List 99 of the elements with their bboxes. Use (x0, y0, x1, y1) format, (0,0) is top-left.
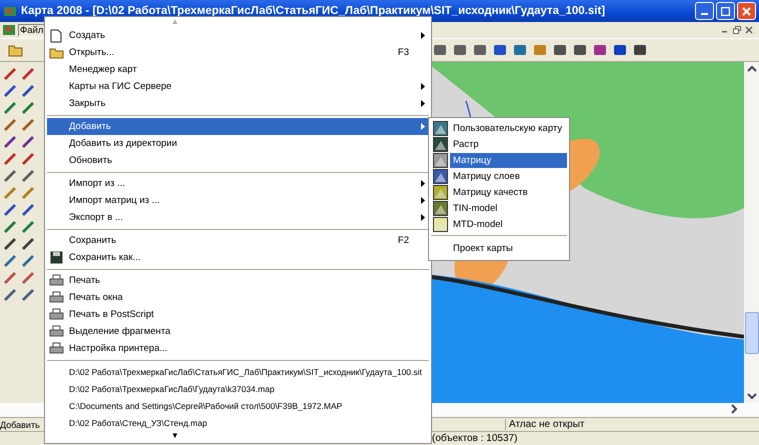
tool-icon[interactable] (2, 253, 18, 267)
menu-item[interactable]: Настройка принтера... (47, 340, 429, 357)
app-icon (3, 5, 17, 17)
tool-icon[interactable] (20, 168, 36, 182)
tool-icon[interactable] (20, 117, 36, 131)
layer-icon (433, 184, 448, 200)
tool-icon[interactable] (20, 134, 36, 148)
tool-icon[interactable] (612, 42, 628, 58)
tool-icon[interactable] (512, 42, 528, 58)
window-title: Карта 2008 - [D:\02 Работа\ТрехмеркаГисЛаб\СтатьяГИС_Лаб\Практикум\SIT_исходник\Гудаута_100.sit] (21, 5, 606, 17)
menu-item[interactable]: Менеджер карт (47, 61, 429, 78)
tool-icon[interactable] (472, 42, 488, 58)
tool-icon[interactable] (20, 236, 36, 250)
menu-item[interactable]: Открыть... F3 (47, 44, 429, 61)
tool-icon[interactable] (2, 168, 18, 182)
layer-icon (433, 216, 448, 232)
tool-icon[interactable] (2, 287, 18, 301)
layer-icon (433, 136, 448, 152)
tool-icon[interactable] (2, 83, 18, 97)
submenu-item[interactable]: TIN-model (450, 200, 567, 216)
tool-icon[interactable] (2, 100, 18, 114)
menu-item[interactable]: Печать (47, 272, 429, 289)
object-count: (объектов : 10537) (432, 433, 518, 444)
folder-icon[interactable] (8, 43, 24, 57)
tool-icon[interactable] (432, 42, 448, 58)
folder-icon (48, 46, 64, 58)
menu-item[interactable]: C:\Documents and Settings\Сергей\Рабочий стол\500\F39B_1972.MAP (47, 397, 429, 414)
status-hint: Добавить (0, 420, 41, 430)
minimize-icon (701, 13, 708, 15)
tool-icon[interactable] (20, 151, 36, 165)
layer-icon (433, 120, 448, 136)
menu-item[interactable]: Печать окна (47, 289, 429, 306)
floppy-icon (50, 251, 62, 264)
submenu-item[interactable]: Пользовательскую карту (450, 120, 567, 136)
menu-item[interactable]: Сохранить как... (47, 249, 429, 266)
tool-icon[interactable] (2, 219, 18, 233)
menu-item[interactable]: D:\02 Работа\ТрехмеркаГисЛаб\СтатьяГИС_Лаб\Практикум\SIT_исходник\Гудаута_100.sit (47, 363, 429, 380)
menu-item[interactable]: Импорт матриц из ... (47, 192, 429, 209)
tool-icon[interactable] (2, 236, 18, 250)
tool-icon[interactable] (572, 42, 588, 58)
menu-item[interactable]: Выделение фрагмента (47, 323, 429, 340)
printer-icon (48, 342, 64, 355)
tool-icon[interactable] (20, 66, 36, 80)
tool-icon[interactable] (20, 287, 36, 301)
tool-icon[interactable] (20, 253, 36, 267)
menu-item[interactable]: Закрыть (47, 95, 429, 112)
tool-icon[interactable] (20, 202, 36, 216)
tool-icon[interactable] (552, 42, 568, 58)
document-icon (50, 28, 62, 42)
tool-icon[interactable] (2, 117, 18, 131)
submenu-item[interactable]: Матрицу слоев (450, 168, 567, 184)
printer-icon (48, 308, 64, 321)
document-icon (2, 24, 16, 36)
submenu-item[interactable]: Растр (450, 136, 567, 152)
menu-item[interactable]: Карты на ГИС Сервере (47, 78, 429, 95)
maximize-icon (721, 6, 730, 16)
scroll-down-arrow[interactable]: ▼ (171, 431, 179, 441)
printer-icon (48, 274, 64, 287)
tool-icon[interactable] (20, 219, 36, 233)
minimize-button[interactable] (695, 2, 714, 20)
menu-item[interactable]: Сохранить F2 (47, 232, 429, 249)
tool-icon[interactable] (492, 42, 508, 58)
restore-icon[interactable] (733, 26, 741, 34)
tool-icon[interactable] (632, 42, 648, 58)
tool-icon[interactable] (2, 66, 18, 80)
tool-icon[interactable] (20, 270, 36, 284)
close-button[interactable] (737, 2, 756, 20)
submenu-item[interactable]: Проект карты (450, 240, 567, 256)
submenu-item[interactable]: Матрицу качеств (450, 184, 567, 200)
menu-item[interactable]: Добавить (47, 118, 429, 135)
printer-icon (48, 325, 64, 338)
layer-icon (433, 168, 448, 184)
menu-item[interactable]: Импорт из ... (47, 175, 429, 192)
layer-icon (433, 152, 448, 168)
tool-icon[interactable] (20, 83, 36, 97)
layer-icon (433, 200, 448, 216)
menu-item[interactable]: Обновить (47, 152, 429, 169)
vertical-scrollbar[interactable] (744, 62, 759, 403)
menu-item[interactable]: D:\02 Работа\Стенд_УЗ\Стенд.map (47, 414, 429, 431)
menu-item[interactable]: D:\02 Работа\ТрехмеркаГисЛаб\Гудаута\k37034.map (47, 380, 429, 397)
menu-item[interactable]: Экспорт в ... (47, 209, 429, 226)
menu-item[interactable]: Печать в PostScript (47, 306, 429, 323)
submenu-item[interactable]: MTD-model (450, 216, 567, 232)
printer-icon (48, 291, 64, 304)
submenu-item[interactable]: Матрицу (450, 152, 567, 168)
close-icon[interactable] (745, 26, 753, 34)
scroll-thumb[interactable] (744, 312, 758, 354)
maximize-button[interactable] (716, 2, 735, 20)
tool-icon[interactable] (2, 270, 18, 284)
tool-icon[interactable] (2, 151, 18, 165)
menu-item[interactable]: Создать (47, 27, 429, 44)
menu-item[interactable]: Добавить из директории (47, 135, 429, 152)
tool-icon[interactable] (2, 202, 18, 216)
tool-icon[interactable] (592, 42, 608, 58)
tool-icon[interactable] (2, 134, 18, 148)
close-icon (742, 6, 751, 16)
tool-icon[interactable] (452, 42, 468, 58)
tool-icon[interactable] (20, 100, 36, 114)
atlas-status: Атлас не открыт (505, 419, 584, 430)
